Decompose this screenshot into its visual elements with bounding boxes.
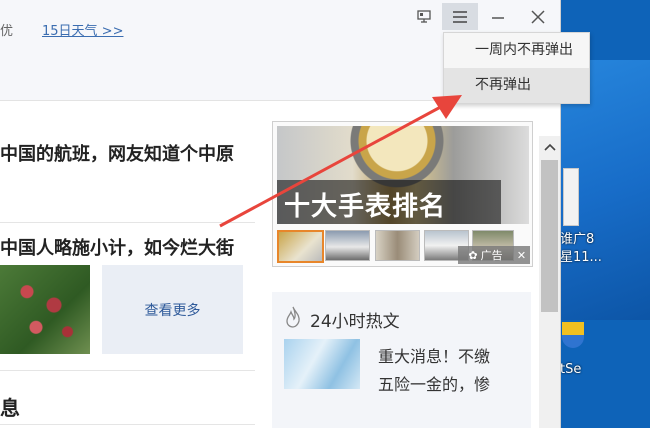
annotation-arrow — [219, 95, 462, 228]
